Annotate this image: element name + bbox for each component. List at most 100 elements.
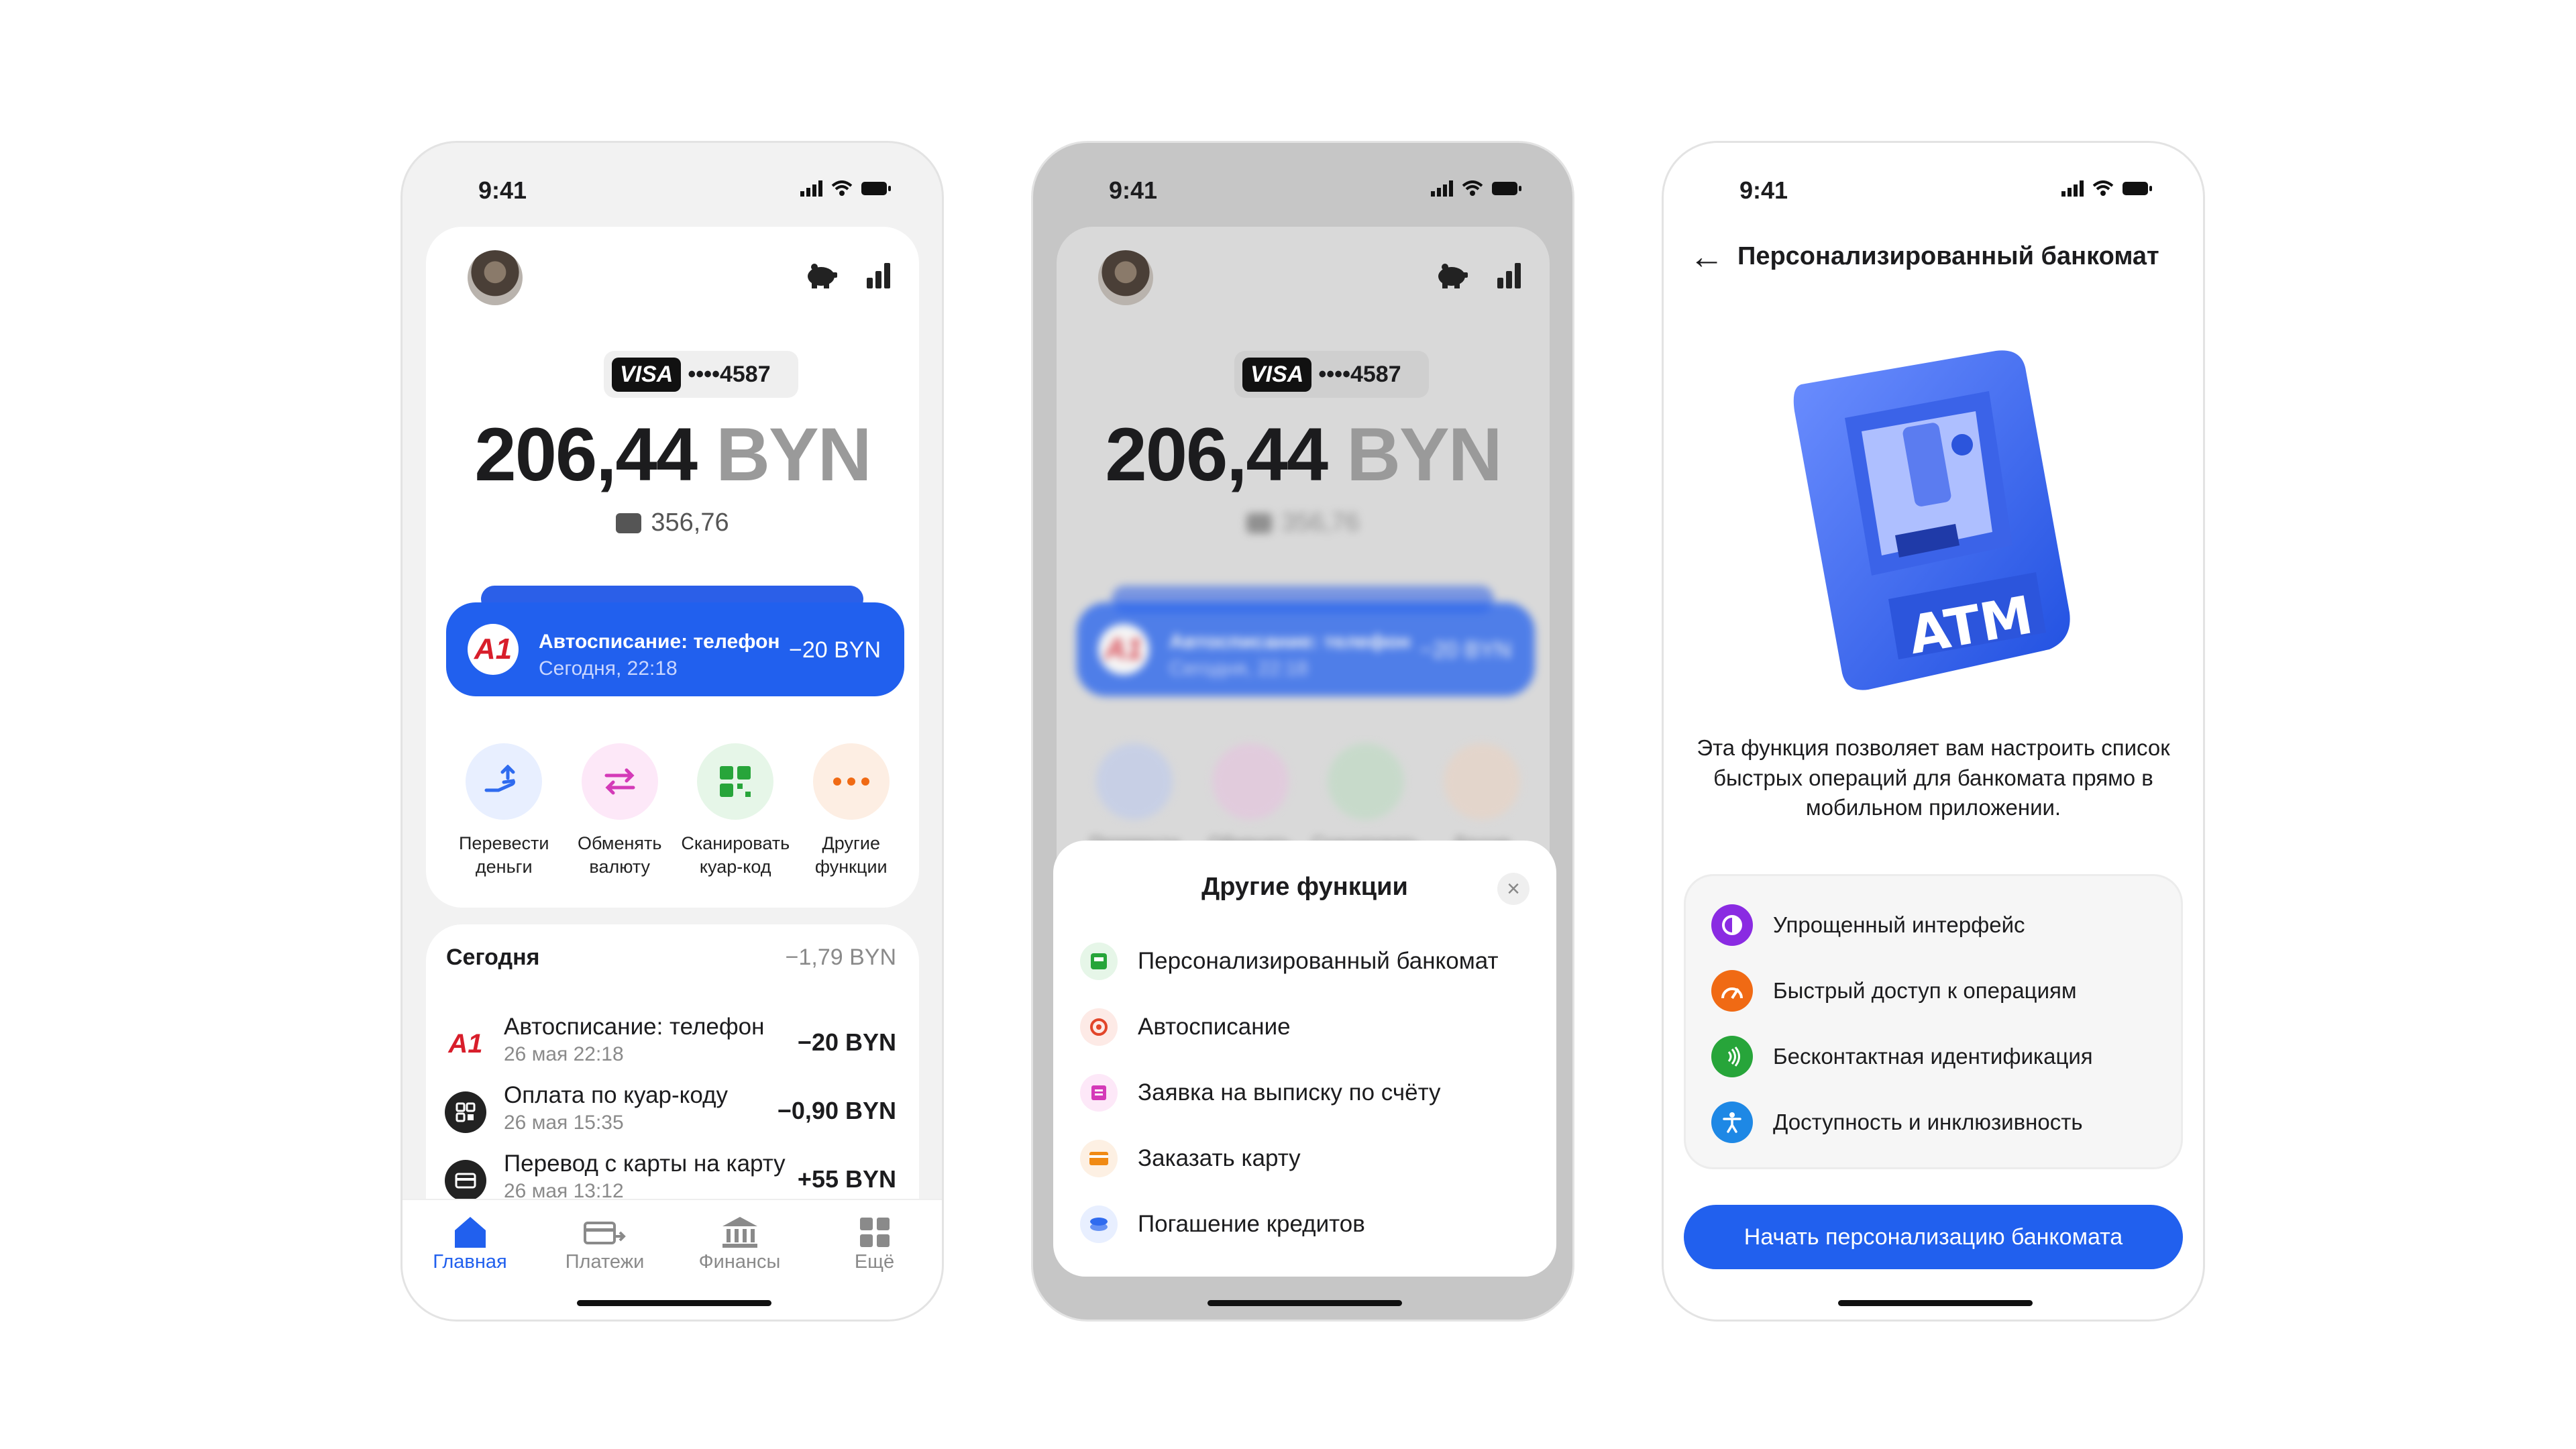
visa-logo: VISA [612, 357, 682, 392]
balance-card-dimmed: VISA ••••4587 206,44 BYN 356,76 A1 Автос… [1057, 227, 1550, 908]
quick-action-scan[interactable]: Сканировать куар-код [678, 743, 794, 879]
home-indicator [1838, 1300, 2033, 1306]
feature-item: Доступность и инклюзивность [1711, 1102, 2083, 1143]
exchange-arrows-icon [581, 743, 658, 820]
home-icon [454, 1217, 486, 1248]
start-personalization-button[interactable]: Начать персонализацию банкомата [1684, 1205, 2183, 1269]
quick-action-label: Сканировать куар-код [681, 833, 790, 877]
card-icon [445, 1160, 486, 1201]
autopay-icon [1080, 1008, 1118, 1046]
transaction-title: Перевод с карты на карту [504, 1150, 786, 1177]
hand-transfer-icon [466, 743, 543, 820]
status-bar: 9:41 [402, 170, 942, 210]
more-dots-icon [1443, 743, 1520, 820]
feature-item: Бесконтактная идентификация [1711, 1036, 2093, 1077]
balance: 206,44 BYN [426, 411, 919, 498]
wifi-icon [831, 180, 853, 196]
tab-label: Главная [433, 1251, 507, 1273]
more-dots-icon [812, 743, 890, 820]
battery-icon [861, 182, 891, 195]
sub-balance-value: 356,76 [651, 508, 729, 537]
signal-icon [800, 180, 822, 197]
qr-code-icon [697, 743, 774, 820]
exchange-arrows-icon [1212, 743, 1289, 820]
quick-action-transfer[interactable]: Перевести деньги [446, 743, 562, 879]
sheet-item-atm[interactable]: Персонализированный банкомат [1080, 941, 1499, 981]
autopay-banner[interactable]: A1 Автосписание: телефон Сегодня, 22:18 … [446, 602, 904, 696]
autopay-banner: A1 Автосписание: телефон Сегодня, 22:18 … [1077, 602, 1535, 696]
order-card-icon [1080, 1140, 1118, 1177]
tab-more[interactable]: Ещё [824, 1214, 925, 1320]
contrast-icon [1711, 904, 1753, 946]
tab-label: Ещё [854, 1251, 895, 1273]
visa-logo: VISA [1242, 357, 1312, 392]
status-time: 9:41 [478, 176, 527, 204]
sheet-item-order-card[interactable]: Заказать карту [1080, 1138, 1301, 1179]
sheet-item-loans[interactable]: Погашение кредитов [1080, 1204, 1365, 1244]
feature-label: Доступность и инклюзивность [1773, 1110, 2083, 1134]
quick-action-more[interactable]: Другие функции [794, 743, 910, 879]
atm-icon [1080, 943, 1118, 980]
balance-currency: BYN [1346, 413, 1502, 496]
sub-balance: 356,76 [426, 508, 919, 537]
quick-action-label: Обменять валюту [578, 833, 662, 877]
feature-item: Быстрый доступ к операциям [1711, 970, 2077, 1012]
today-header: Сегодня −1,79 BYN [446, 945, 896, 971]
close-icon[interactable]: × [1497, 873, 1529, 905]
features-box: Упрощенный интерфейс Быстрый доступ к оп… [1684, 874, 2183, 1169]
tab-label: Финансы [698, 1251, 781, 1273]
today-label: Сегодня [446, 945, 540, 970]
sheet-item-autopay[interactable]: Автосписание [1080, 1007, 1291, 1047]
back-arrow-icon[interactable]: ← [1689, 237, 1724, 277]
card-selector: VISA ••••4587 [1234, 351, 1429, 398]
quick-action-label: Перевести деньги [459, 833, 549, 877]
avatar [1098, 250, 1153, 305]
sheet-item-label: Заявка на выписку по счёту [1138, 1079, 1441, 1106]
atm-illustration: ATM [1793, 350, 2070, 690]
balance-currency: BYN [716, 413, 871, 496]
promo-title: Автосписание: телефон [1169, 631, 1411, 653]
today-total: −1,79 BYN [785, 945, 896, 970]
feature-label: Бесконтактная идентификация [1773, 1044, 2093, 1069]
other-functions-sheet: Другие функции × Персонализированный бан… [1053, 841, 1556, 1277]
wallet-icon [1246, 513, 1273, 533]
piggy-bank-icon[interactable] [805, 262, 839, 288]
card-selector[interactable]: VISA ••••4587 [604, 351, 798, 398]
transaction-amount: +55 BYN [797, 1165, 896, 1193]
transaction-title: Оплата по куар-коду [504, 1082, 728, 1108]
qr-code-icon [1328, 743, 1405, 820]
balance-amount: 206,44 [1105, 413, 1328, 496]
card-number: ••••4587 [688, 361, 771, 387]
contactless-icon [1711, 1036, 1753, 1077]
balance: 206,44 BYN [1057, 411, 1550, 498]
sub-balance-value: 356,76 [1281, 508, 1360, 537]
transaction-title: Автосписание: телефон [504, 1014, 765, 1040]
wallet-icon [616, 513, 642, 533]
balance-amount: 206,44 [474, 413, 698, 496]
status-icons [2061, 180, 2153, 197]
transaction-row[interactable]: Оплата по куар-коду 26 мая 15:35 −0,90 B… [445, 1077, 896, 1137]
tab-label: Платежи [565, 1251, 645, 1273]
transaction-row[interactable]: A1 Автосписание: телефон 26 мая 22:18 −2… [445, 1008, 896, 1069]
grid-icon [859, 1218, 890, 1247]
hand-transfer-icon [1096, 743, 1173, 820]
avatar[interactable] [468, 250, 523, 305]
promo-time: Сегодня, 22:18 [1169, 657, 1308, 680]
sheet-item-label: Персонализированный банкомат [1138, 948, 1499, 974]
sheet-item-label: Заказать карту [1138, 1145, 1301, 1171]
analytics-bars-icon[interactable] [865, 262, 892, 288]
sheet-item-statement[interactable]: Заявка на выписку по счёту [1080, 1073, 1441, 1113]
tab-home[interactable]: Главная [420, 1214, 521, 1320]
a1-logo-icon: A1 [445, 1023, 486, 1065]
promo-time: Сегодня, 22:18 [539, 657, 678, 680]
phone-personalized-atm: 9:41 ← Персонализированный банкомат ATM … [1662, 141, 2205, 1322]
promo-title: Автосписание: телефон [539, 631, 780, 653]
sheet-item-label: Автосписание [1138, 1014, 1291, 1040]
transaction-amount: −20 BYN [797, 1028, 896, 1056]
transaction-row[interactable]: Перевод с карты на карту 26 мая 13:12 +5… [445, 1145, 896, 1205]
quick-action-exchange[interactable]: Обменять валюту [562, 743, 678, 879]
home-indicator [1208, 1300, 1402, 1306]
a1-logo-icon: A1 [468, 624, 519, 675]
signal-icon [2061, 180, 2084, 197]
sheet-item-label: Погашение кредитов [1138, 1211, 1365, 1237]
